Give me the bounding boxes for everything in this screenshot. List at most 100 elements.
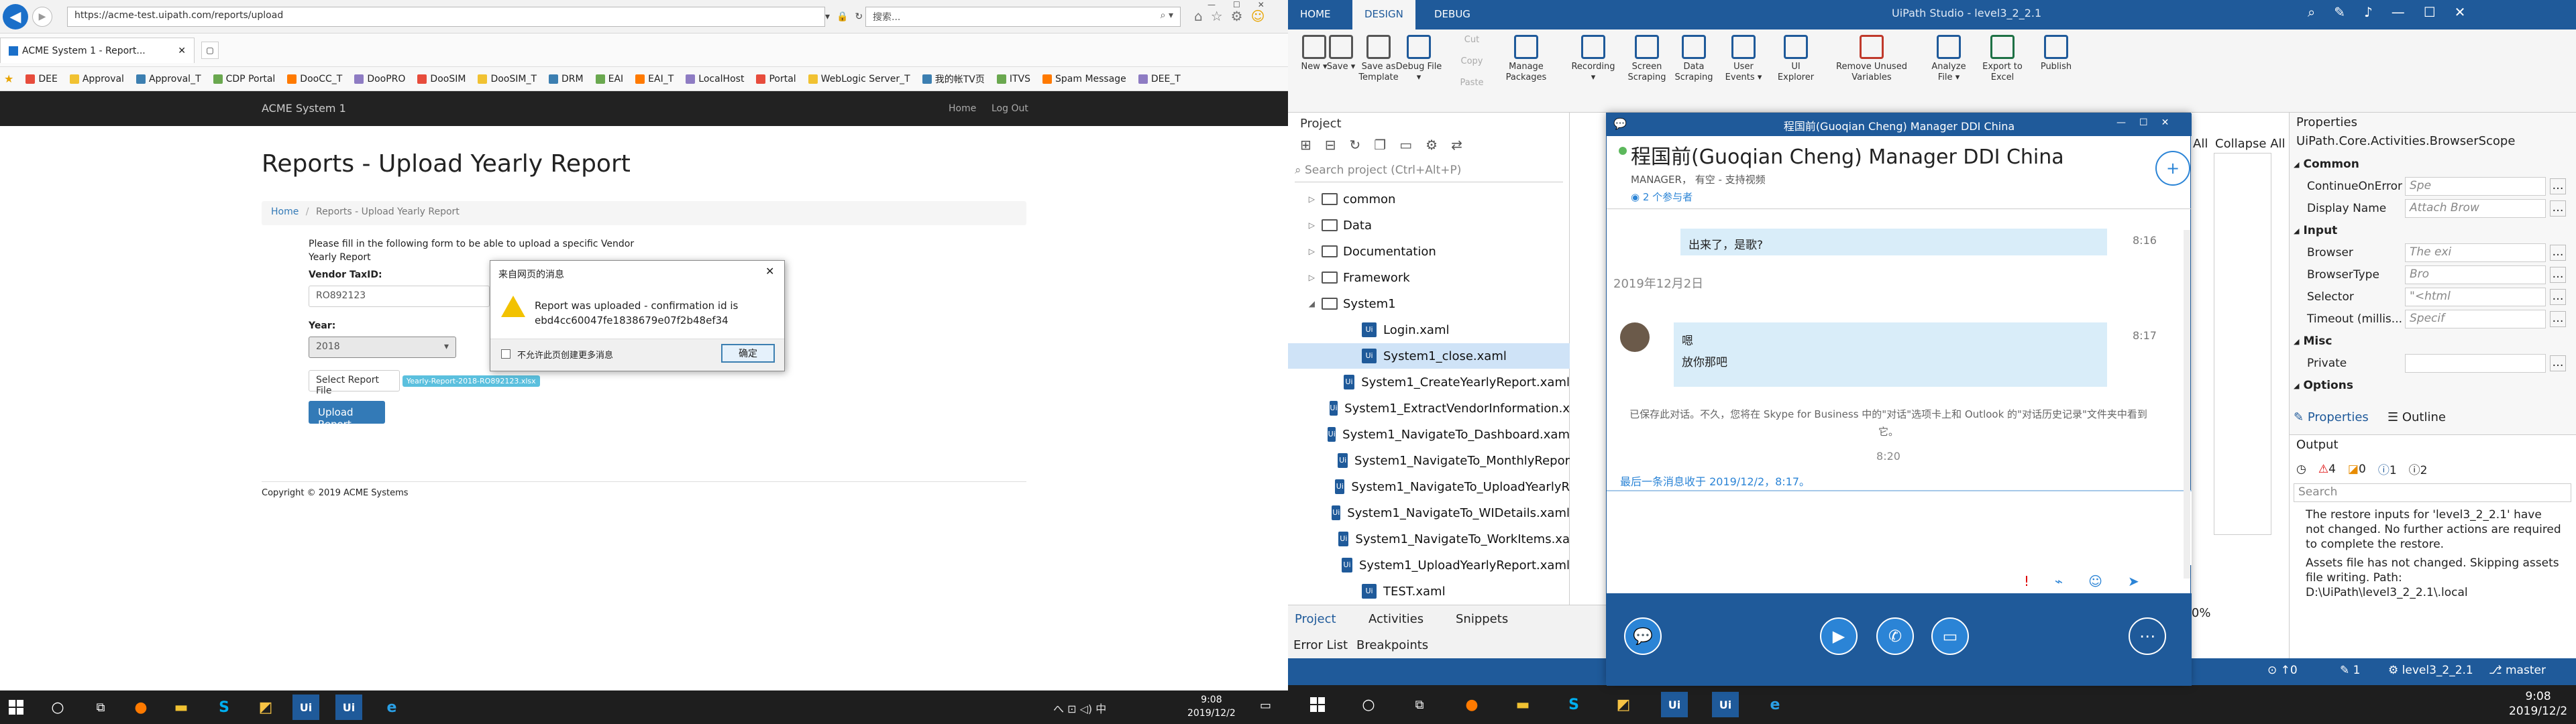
favorite-link[interactable]: DEE (25, 74, 58, 84)
compose-input[interactable] (1607, 491, 2192, 565)
favorite-link[interactable]: Approval_T (136, 74, 201, 84)
tree-file[interactable]: Ui System1_NavigateTo_UploadYearlyR (1288, 474, 1570, 499)
favorite-link[interactable]: ITVS (996, 74, 1030, 84)
tree-file[interactable]: Ui Login.xaml (1288, 317, 1570, 343)
ribbon-screen-scraping-button[interactable]: Screen Scraping (1623, 35, 1670, 83)
clock[interactable]: 9:08 2019/12/2 (1187, 693, 1236, 720)
back-button[interactable]: ◀ (3, 4, 28, 29)
tree-file[interactable]: Ui System1_NavigateTo_MonthlyRepor (1288, 448, 1570, 473)
sticky-app-icon[interactable]: ◩ (1610, 692, 1637, 717)
property-browse-button[interactable]: … (2550, 245, 2566, 261)
tab-home[interactable]: HOME (1288, 0, 1343, 29)
folder-open-icon[interactable]: ▭ (1399, 137, 1412, 153)
tab-snippets[interactable]: Snippets (1456, 612, 1508, 626)
favorite-link[interactable]: CDP Portal (213, 74, 275, 84)
favorites-star-icon[interactable]: ★ (4, 72, 13, 85)
maximize-icon[interactable]: ☐ (2139, 117, 2148, 128)
ribbon-debug-file-button[interactable]: Debug File ▾ (1395, 35, 1442, 83)
ie-icon[interactable]: e (378, 695, 405, 720)
dialog-checkbox[interactable] (501, 349, 511, 359)
ribbon-data-scraping-button[interactable]: Data Scraping (1670, 35, 1717, 83)
minimize-icon[interactable]: — (2116, 117, 2126, 128)
favorite-link[interactable]: DRM (549, 74, 584, 84)
property-row[interactable]: ContinueOnError Spe… (2294, 175, 2575, 198)
property-browse-button[interactable]: … (2550, 311, 2566, 327)
task-view-icon[interactable]: ⧉ (1406, 692, 1433, 717)
tab-error-list[interactable]: Error List (1293, 638, 1348, 652)
property-value[interactable]: Spe (2405, 177, 2546, 196)
tree-folder[interactable]: ▷ Framework (1288, 265, 1570, 290)
notification-bell-icon[interactable]: ♪ (2364, 4, 2373, 20)
tree-file[interactable]: Ui System1_NavigateTo_Dashboard.xam (1288, 422, 1570, 447)
property-row[interactable]: Browser The exi… (2294, 241, 2575, 264)
tab-project[interactable]: Project (1295, 612, 1336, 626)
property-group[interactable]: ◢ Options (2294, 374, 2575, 397)
uipath-robot-icon[interactable]: Ui (1712, 692, 1739, 717)
trace-filter[interactable]: ⓘ2 (2409, 461, 2428, 477)
important-icon[interactable]: ! (2024, 573, 2029, 589)
ribbon-ui-explorer-button[interactable]: UI Explorer (1772, 35, 1819, 83)
property-group[interactable]: ◢ Common (2294, 153, 2575, 176)
present-icon[interactable]: ▭ (1931, 617, 1969, 655)
tree-file[interactable]: Ui System1_close.xaml (1288, 343, 1570, 369)
attach-icon[interactable]: ⌁ (2055, 573, 2063, 589)
property-browse-button[interactable]: … (2550, 355, 2566, 371)
tree-expander-icon[interactable]: ▷ (1288, 273, 1315, 282)
output-search[interactable]: Search (2294, 483, 2571, 502)
tree-folder[interactable]: ▷ common (1288, 186, 1570, 212)
favorite-link[interactable]: DEE_T (1138, 74, 1181, 84)
property-value[interactable] (2405, 354, 2546, 373)
maximize-icon[interactable]: ☐ (2424, 4, 2436, 20)
tab-activities[interactable]: Activities (1368, 612, 1424, 626)
refresh-icon[interactable]: ↻ (1350, 137, 1361, 153)
dialog-ok-button[interactable]: 确定 (721, 344, 775, 363)
windows-start-icon[interactable] (3, 695, 30, 720)
tree-expander-icon[interactable]: ◢ (1288, 299, 1315, 308)
ribbon-user-events-button[interactable]: User Events ▾ (1720, 35, 1767, 83)
close-icon[interactable]: ✕ (1258, 0, 1265, 9)
uipath-icon[interactable]: Ui (1661, 692, 1688, 717)
tab-breakpoints[interactable]: Breakpoints (1356, 638, 1428, 652)
property-browse-button[interactable]: … (2550, 289, 2566, 305)
vendor-taxid-input[interactable]: RO892123 (309, 286, 490, 307)
emoji-icon[interactable]: ☺ (2088, 573, 2102, 589)
ribbon-recording-button[interactable]: Recording ▾ (1570, 35, 1617, 83)
status-changes[interactable]: ✎ 1 (2340, 664, 2360, 677)
favorite-link[interactable]: Approval (69, 74, 124, 84)
favorite-link[interactable]: 我的帐TV页 (922, 72, 985, 86)
minimize-icon[interactable]: — (2392, 4, 2405, 20)
file-explorer-icon[interactable]: ▬ (168, 695, 195, 720)
search-icon[interactable]: ⌕ ▾ (1161, 10, 1173, 21)
skype-icon[interactable]: S (211, 695, 237, 720)
forward-button[interactable]: ▶ (32, 7, 52, 27)
tab-close-icon[interactable]: ✕ (178, 46, 186, 56)
acme-brand[interactable]: ACME System 1 (262, 102, 346, 115)
tree-expander-icon[interactable]: ▷ (1288, 247, 1315, 256)
im-icon[interactable]: 💬 (1624, 617, 1662, 655)
tree-folder[interactable]: ◢ System1 (1288, 291, 1570, 316)
settings-icon[interactable]: ⚙ (1426, 137, 1438, 153)
favorite-link[interactable]: Spam Message (1042, 74, 1126, 84)
tree-file[interactable]: Ui System1_ExtractVendorInformation.x (1288, 396, 1570, 421)
select-file-button[interactable]: Select Report File (309, 370, 400, 396)
favorite-link[interactable]: DooPRO (354, 74, 405, 84)
tree-file[interactable]: Ui TEST.xaml (1288, 579, 1570, 604)
tree-folder[interactable]: ▷ Data (1288, 213, 1570, 238)
ribbon-analyze-file-button[interactable]: Analyze File ▾ (1925, 35, 1972, 83)
phone-icon[interactable]: ✆ (1876, 617, 1914, 655)
smiley-icon[interactable]: ☺ (1251, 8, 1265, 24)
clock[interactable]: 9:08 2019/12/2 (2509, 689, 2567, 719)
favorite-link[interactable]: DooSIM_T (478, 74, 537, 84)
info-filter[interactable]: ⓘ1 (2378, 461, 2397, 477)
tree-folder[interactable]: ▷ Documentation (1288, 239, 1570, 264)
firefox-icon[interactable]: ● (1458, 692, 1485, 717)
nav-home-link[interactable]: Home (949, 103, 976, 114)
contact-name[interactable]: 程国前(Guoqian Cheng) Manager DDI China (1631, 140, 2064, 170)
breadcrumb-home[interactable]: Home (271, 206, 299, 217)
property-row[interactable]: Timeout (millis... Specif… (2294, 308, 2575, 330)
error-filter[interactable]: ⚠4 (2318, 463, 2336, 476)
file-explorer-icon[interactable]: ▬ (1509, 692, 1536, 717)
home-icon[interactable]: ⌂ (1194, 8, 1203, 24)
new-tab-button[interactable]: ▢ (201, 42, 219, 59)
tree-file[interactable]: Ui System1_NavigateTo_WorkItems.xa (1288, 526, 1570, 552)
